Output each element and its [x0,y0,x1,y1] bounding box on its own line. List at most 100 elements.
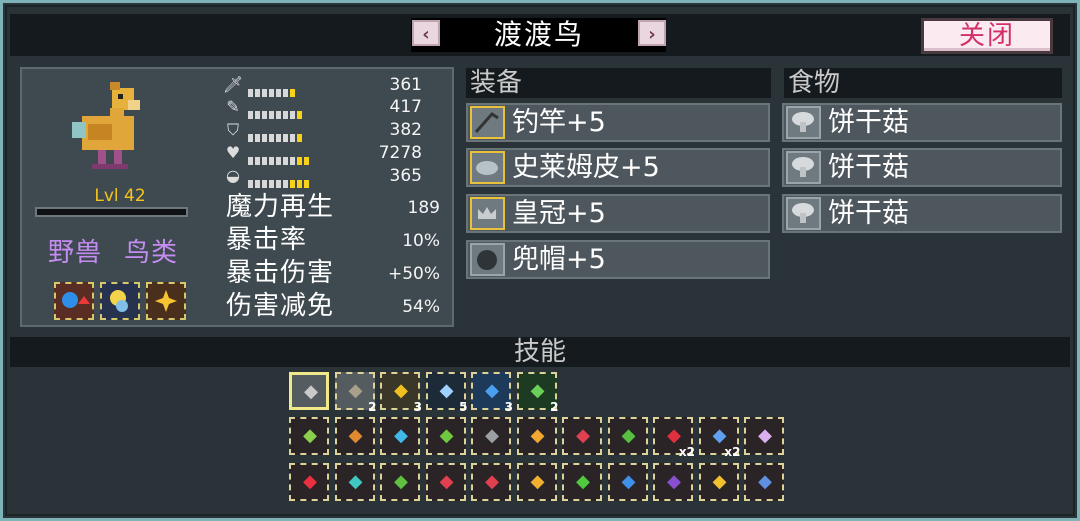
skill-slot[interactable]: ◆ [607,463,648,501]
skill-icon: ◆ [576,471,590,492]
skill-icon: ◆ [348,380,363,401]
moon-trait-icon[interactable] [100,282,140,320]
skill-count: 2 [550,400,559,414]
prev-pet-button[interactable]: ‹ [412,20,440,46]
hood-icon [470,243,505,276]
skill-slot[interactable]: ◆ [562,417,602,455]
skill-icon: ◆ [485,471,499,492]
equip-slot-slime-skin[interactable]: 史莱姆皮+5 [466,148,770,187]
equipment-header: 装备 [466,68,771,98]
equip-slot-hood[interactable]: 兜帽+5 [466,240,770,279]
stat-speed: ◒ 365 [222,166,422,188]
skill-icon: ◆ [394,380,408,401]
skill-slot[interactable]: ◆ [334,463,375,501]
skill-slot[interactable]: ◆ [653,463,693,501]
close-button[interactable]: 关闭 [921,18,1053,54]
skill-slot[interactable]: ◆ [380,463,420,501]
skill-count: x2 [678,445,695,459]
food-slot-3[interactable]: 饼干菇 [782,194,1062,233]
pet-types: 野兽 鸟类 [48,232,200,269]
skill-slot[interactable]: ◆ [607,417,648,455]
skill-slot[interactable]: ◆ [562,463,602,501]
mushroom-icon [786,106,821,139]
mushroom-icon [786,197,821,230]
skill-count: 5 [459,400,468,414]
skill-slot[interactable]: ◆ 2 [334,372,377,414]
skill-slot[interactable]: ◆ [471,417,511,455]
skill-icon: ◆ [621,471,636,492]
heart-icon: ♥ [225,143,241,162]
skill-icon: ◆ [712,425,727,446]
skill-slot[interactable]: ◆ [289,463,329,501]
skill-slot[interactable]: ◆ [471,463,511,501]
equip-slot-crown[interactable]: 皇冠+5 [466,194,770,233]
stat-mana-regen: 魔力再生 189 [226,192,440,222]
wand-icon: ✎ [226,97,240,116]
skill-icon: ◆ [303,471,317,492]
skill-slot[interactable]: ◆ 2 [516,372,559,414]
skill-slot[interactable]: ◆ x2 [653,417,695,459]
skill-slot[interactable]: ◆ [380,417,420,455]
speed-icon: ◒ [226,166,240,185]
skill-slot[interactable]: ◆ [334,417,375,455]
skill-icon: ◆ [439,471,454,492]
skill-icon: ◆ [576,425,590,446]
skill-icon: ◆ [712,471,727,492]
dodo-bird-sprite [72,82,140,169]
skill-icon: ◆ [667,425,681,446]
skill-icon: ◆ [530,425,545,446]
skill-slot[interactable]: ◆ [744,417,784,455]
type-bird: 鸟类 [124,238,179,268]
next-pet-button[interactable]: › [638,20,666,46]
fishing-rod-icon [470,106,505,139]
skill-icon: ◆ [304,381,318,402]
slime-skin-icon [470,151,505,184]
stat-crit-rate: 暴击率 10% [226,225,440,255]
sparkle-trait-icon[interactable] [146,282,186,320]
type-beast: 野兽 [48,238,103,268]
skill-icon: ◆ [485,380,499,401]
skills-header: 技能 [10,337,1070,367]
stat-defense: ⛉ 382 [222,120,422,142]
food-header: 食物 [784,68,1062,98]
stat-attack: 🗡 361 [222,75,422,97]
skill-icon: ◆ [394,425,408,446]
skill-slot[interactable]: ◆ [425,463,466,501]
skill-icon: ◆ [530,471,545,492]
crown-icon [470,197,505,230]
skill-icon: ◆ [621,425,636,446]
skill-icon: ◆ [303,425,317,446]
stat-magic: ✎ 417 [222,97,422,119]
skill-slot[interactable]: ◆ [289,372,329,410]
stat-damage-reduction: 伤害减免 54% [226,291,440,321]
skill-slot[interactable]: ◆ [289,417,329,455]
stat-crit-damage: 暴击伤害 +50% [226,258,440,288]
food-slot-2[interactable]: 饼干菇 [782,148,1062,187]
food-slot-1[interactable]: 饼干菇 [782,103,1062,142]
skill-icon: ◆ [348,471,363,492]
skill-slot[interactable]: ◆ x2 [698,417,741,459]
water-trait-icon[interactable] [54,282,94,320]
skill-slot[interactable]: ◆ 5 [425,372,468,414]
skill-icon: ◆ [394,471,408,492]
skill-icon: ◆ [439,380,454,401]
mushroom-icon [786,151,821,184]
shield-icon: ⛉ [226,120,239,139]
pet-name: 渡渡鸟 [493,18,584,51]
stat-health: ♥ 7278 [222,143,422,165]
skill-icon: ◆ [439,425,454,446]
equip-slot-fishing-rod[interactable]: 钓竿+5 [466,103,770,142]
skill-icon: ◆ [530,380,545,401]
skill-count: 3 [504,400,513,414]
skill-slot[interactable]: ◆ [516,417,557,455]
skill-icon: ◆ [348,425,363,446]
skill-slot[interactable]: ◆ [698,463,739,501]
skill-slot[interactable]: ◆ 3 [471,372,513,414]
skill-slot[interactable]: ◆ 3 [380,372,422,414]
skill-count: 2 [368,400,377,414]
skill-slot[interactable]: ◆ [744,463,784,501]
skill-slot[interactable]: ◆ [425,417,466,455]
skill-slot[interactable]: ◆ [516,463,557,501]
skill-icon: ◆ [485,425,499,446]
skill-icon: ◆ [758,425,772,446]
